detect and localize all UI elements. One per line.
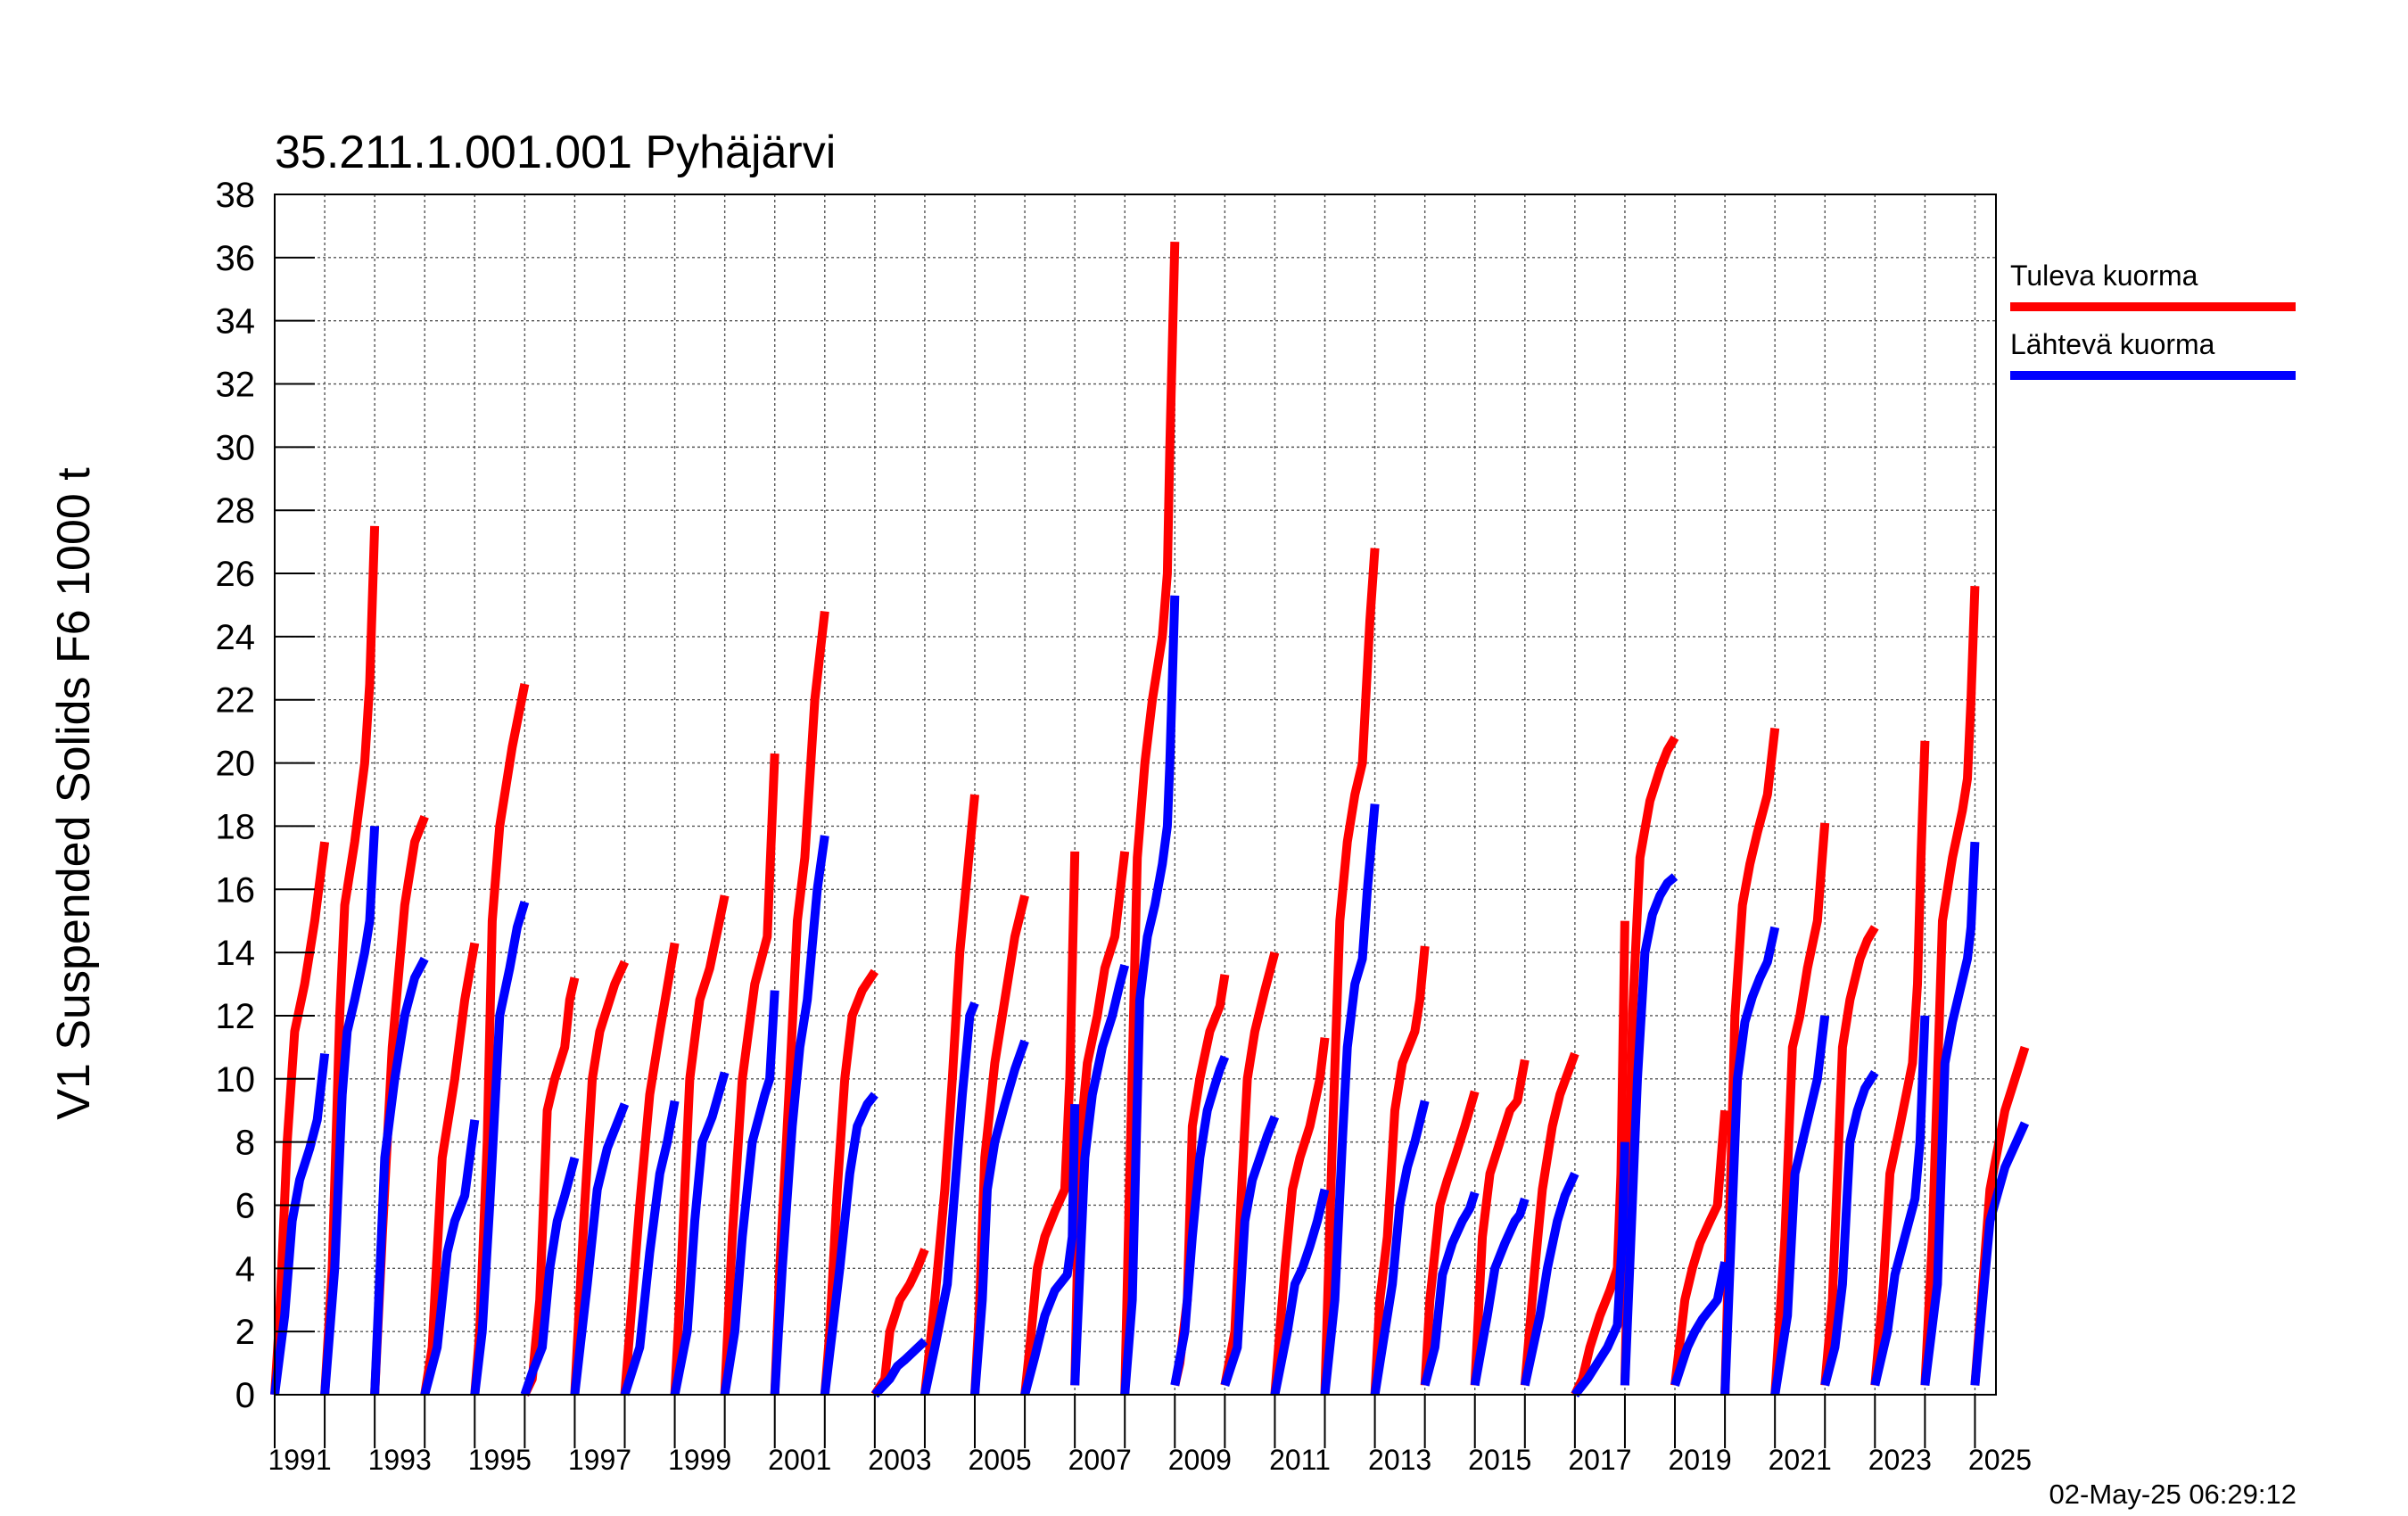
x-tick-label: 2007 — [1068, 1444, 1132, 1476]
y-tick-label: 30 — [216, 428, 256, 467]
x-tick-label: 2015 — [1468, 1444, 1531, 1476]
x-tick-label: 2013 — [1368, 1444, 1431, 1476]
series-line-segment — [870, 1248, 929, 1397]
series-line-segment — [1920, 586, 1980, 1386]
series-tuleva — [270, 241, 2030, 1397]
x-tick-label: 2017 — [1568, 1444, 1631, 1476]
chart-title: 35.211.1.001.001 Pyhäjärvi — [275, 127, 836, 178]
y-tick-label: 38 — [216, 176, 256, 215]
x-tick-label: 2025 — [1968, 1444, 2032, 1476]
x-tick-label: 2023 — [1868, 1444, 1932, 1476]
y-tick-label: 16 — [216, 870, 256, 910]
legend: Tuleva kuorma Lähtevä kuorma — [2010, 260, 2296, 380]
y-tick-label: 0 — [235, 1376, 255, 1415]
y-tick-label: 4 — [235, 1249, 255, 1289]
x-tick-label: 1997 — [568, 1444, 631, 1476]
y-tick-label: 2 — [235, 1313, 255, 1352]
y-tick-label: 10 — [216, 1060, 256, 1100]
y-tick-label: 14 — [216, 934, 256, 973]
x-tick-label: 2005 — [968, 1444, 1031, 1476]
y-tick-label: 12 — [216, 997, 256, 1036]
x-tick-label: 1995 — [468, 1444, 532, 1476]
x-tick-label: 2011 — [1269, 1444, 1331, 1476]
y-axis-label: V1 Suspended Solids F6 1000 t — [48, 467, 100, 1120]
x-tick-label: 2003 — [868, 1444, 931, 1476]
x-tick-label: 1993 — [368, 1444, 432, 1476]
y-tick-label: 6 — [235, 1186, 255, 1225]
timestamp: 02-May-25 06:29:12 — [2049, 1479, 2297, 1510]
y-tick-label: 8 — [235, 1124, 255, 1163]
x-tick-label: 2001 — [768, 1444, 831, 1476]
series-line-segment — [320, 826, 380, 1396]
x-tick-label: 2019 — [1668, 1444, 1731, 1476]
series-line-segment — [620, 942, 680, 1396]
y-tick-label: 18 — [216, 807, 256, 846]
series-line-segment — [970, 1039, 1029, 1396]
y-tick-label: 26 — [216, 555, 256, 594]
y-tick-label: 36 — [216, 239, 256, 278]
series-line-segment — [470, 900, 530, 1396]
y-tick-label: 28 — [216, 491, 256, 531]
y-tick-label: 20 — [216, 745, 256, 784]
series-line-segment — [1070, 964, 1130, 1386]
series-line-segment — [1670, 1109, 1730, 1386]
series-line-segment — [919, 794, 979, 1396]
series-lines — [270, 241, 2030, 1398]
legend-label: Tuleva kuorma — [2010, 260, 2198, 292]
x-tick-label: 2009 — [1168, 1444, 1232, 1476]
x-tick-label: 2021 — [1769, 1444, 1832, 1476]
x-tick-label: 1991 — [268, 1444, 331, 1476]
series-line-segment — [1870, 740, 1930, 1386]
x-tick-label: 1999 — [668, 1444, 731, 1476]
series-line-segment — [420, 1119, 480, 1397]
y-tick-label: 22 — [216, 681, 256, 721]
series-line-segment — [1770, 822, 1830, 1396]
series-line-segment — [1220, 951, 1280, 1387]
y-tick-label: 34 — [216, 302, 256, 342]
legend-label: Lähtevä kuorma — [2010, 328, 2215, 360]
chart: 35.211.1.001.001 Pyhäjärvi 0246810121416… — [48, 127, 2297, 1510]
y-tick-label: 32 — [216, 366, 256, 405]
y-tick-label: 24 — [216, 618, 256, 657]
